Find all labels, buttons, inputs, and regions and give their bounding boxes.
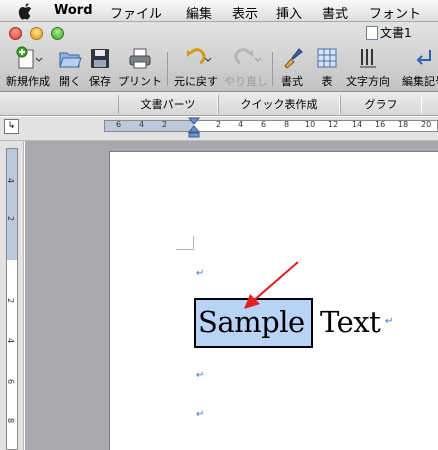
vertical-ruler-margin <box>6 148 18 260</box>
text-direction-icon <box>360 49 376 68</box>
redo-label: やり直し <box>224 75 268 88</box>
open-label: 開く <box>59 75 81 88</box>
undo-icon <box>187 48 212 65</box>
toolbar-separator <box>272 52 273 86</box>
ruler-number: 4 <box>238 120 244 129</box>
tab-document-parts[interactable]: 文書パーツ <box>118 95 218 114</box>
table-label: 表 <box>321 75 333 88</box>
paragraph-mark: ↵ <box>385 316 394 327</box>
ruler-number: 18 <box>398 120 409 129</box>
indent-marker-icon[interactable] <box>188 117 200 139</box>
menu-edit[interactable]: 編集 <box>186 3 212 22</box>
apple-logo-icon[interactable] <box>18 2 34 20</box>
ruler-number: 10 <box>305 120 316 129</box>
ruler-number: 2 <box>162 120 168 129</box>
ruler-number: 12 <box>328 120 339 129</box>
paragraph-mark: ↵ <box>196 370 205 381</box>
menu-insert[interactable]: 挿入 <box>276 3 302 22</box>
edit-marks-icon <box>416 50 431 65</box>
menu-file[interactable]: ファイル <box>110 3 162 22</box>
format-label: 書式 <box>281 75 303 88</box>
ruler-number: 14 <box>352 120 363 129</box>
save-button[interactable]: 保存 <box>86 46 114 89</box>
window-zoom-button[interactable] <box>51 27 64 40</box>
text-direction-label: 文字方向 <box>346 75 390 88</box>
ruler-number: 4 <box>139 120 145 129</box>
margin-corner-mark <box>176 236 194 250</box>
text-direction-button[interactable]: 文字方向 <box>343 46 393 89</box>
ruler-number: 4 <box>6 337 16 344</box>
red-arrow-icon <box>244 261 299 309</box>
ruler-number: 6 <box>6 378 16 385</box>
menu-font[interactable]: フォント <box>369 3 421 22</box>
save-floppy-icon <box>91 49 109 68</box>
paragraph-mark: ↵ <box>196 268 205 279</box>
tab-stop-selector[interactable]: ↳ <box>4 119 19 134</box>
print-label: プリント <box>118 75 162 88</box>
toolbar-separator <box>167 52 168 86</box>
printer-icon <box>129 48 151 69</box>
ruler-number: 6 <box>116 120 122 129</box>
format-brush-icon <box>284 48 303 69</box>
menu-view[interactable]: 表示 <box>232 3 258 22</box>
ruler-number: 2 <box>6 215 16 222</box>
format-button[interactable]: 書式 <box>276 46 308 89</box>
window-close-button[interactable] <box>9 27 22 40</box>
tab-quick-tables[interactable]: クイック表作成 <box>218 95 340 114</box>
open-folder-icon <box>59 52 82 68</box>
tab-charts[interactable]: グラフ <box>340 95 422 114</box>
ruler-number: 16 <box>375 120 386 129</box>
new-document-label: 新規作成 <box>6 75 50 88</box>
edit-marks-button[interactable]: 編集記号 <box>400 46 438 89</box>
undo-label: 元に戻す <box>174 75 218 88</box>
table-grid-icon <box>317 48 337 68</box>
edit-marks-label: 編集記号 <box>402 75 438 88</box>
document-icon <box>366 26 378 40</box>
ruler-number: 8 <box>6 417 16 424</box>
redo-button[interactable]: やり直し <box>222 46 270 89</box>
ruler-number: 8 <box>284 120 290 129</box>
redo-icon <box>234 48 262 65</box>
ruler-number: 2 <box>6 297 16 304</box>
menu-format[interactable]: 書式 <box>322 3 348 22</box>
window-title: 文書1 <box>380 26 412 40</box>
save-label: 保存 <box>89 75 111 88</box>
undo-button[interactable]: 元に戻す <box>172 46 220 89</box>
menu-app-name[interactable]: Word <box>54 3 93 18</box>
window-minimize-button[interactable] <box>30 27 43 40</box>
print-button[interactable]: プリント <box>116 46 164 89</box>
new-document-icon <box>16 46 43 69</box>
table-button[interactable]: 表 <box>315 46 339 89</box>
ruler-number: 2 <box>216 120 222 129</box>
body-word[interactable]: Text <box>320 305 381 339</box>
ruler-number: 20 <box>421 120 432 129</box>
paragraph-mark: ↵ <box>196 409 205 420</box>
new-document-button[interactable]: 新規作成 <box>5 46 51 89</box>
ruler-number: 4 <box>6 177 16 184</box>
ruler-number: 6 <box>261 120 267 129</box>
open-button[interactable]: 開く <box>56 46 84 89</box>
